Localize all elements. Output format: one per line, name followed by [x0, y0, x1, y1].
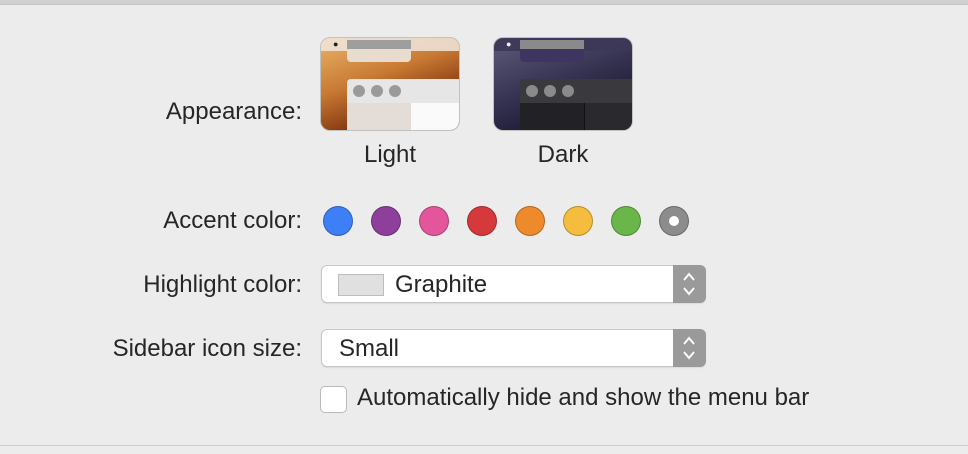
appearance-label: Appearance: [165, 98, 302, 125]
chevron-up-icon [683, 336, 695, 345]
chevron-up-icon [683, 272, 695, 281]
sidebar-icon-size-label: Sidebar icon size: [112, 335, 302, 362]
appearance-light-thumbnail[interactable]: ● [321, 38, 459, 130]
sidebar-icon-size-popup[interactable]: Small [321, 329, 706, 367]
chevron-down-icon [683, 351, 695, 360]
highlight-color-value: Graphite [395, 271, 488, 298]
section-divider [0, 445, 968, 446]
accent-color-swatch[interactable] [323, 206, 353, 236]
popup-stepper[interactable] [673, 329, 706, 367]
window-top-edge [0, 0, 968, 5]
thumb-window [347, 79, 459, 130]
accent-color-swatch[interactable] [611, 206, 641, 236]
apple-icon: ● [506, 39, 512, 49]
accent-color-swatch[interactable] [515, 206, 545, 236]
accent-color-label: Accent color: [163, 207, 302, 234]
accent-color-swatch[interactable] [659, 206, 689, 236]
highlight-color-popup[interactable]: Graphite [321, 265, 706, 303]
appearance-dark-thumbnail[interactable]: ● [494, 38, 632, 130]
appearance-light-label[interactable]: Light [321, 141, 459, 169]
accent-color-swatch[interactable] [371, 206, 401, 236]
accent-color-swatch[interactable] [563, 206, 593, 236]
auto-hide-menubar-checkbox[interactable] [320, 386, 347, 413]
accent-color-swatch[interactable] [467, 206, 497, 236]
chevron-down-icon [683, 287, 695, 296]
popup-stepper[interactable] [673, 265, 706, 303]
highlight-color-chip [338, 274, 384, 296]
auto-hide-menubar-label[interactable]: Automatically hide and show the menu bar [357, 384, 809, 412]
appearance-dark-label[interactable]: Dark [494, 141, 632, 169]
thumb-menu [347, 38, 411, 62]
highlight-color-label: Highlight color: [143, 271, 302, 298]
apple-icon: ● [333, 39, 339, 49]
sidebar-icon-size-value: Small [339, 335, 400, 362]
accent-color-swatch[interactable] [419, 206, 449, 236]
thumb-window [520, 79, 632, 130]
thumb-menu [520, 38, 584, 62]
